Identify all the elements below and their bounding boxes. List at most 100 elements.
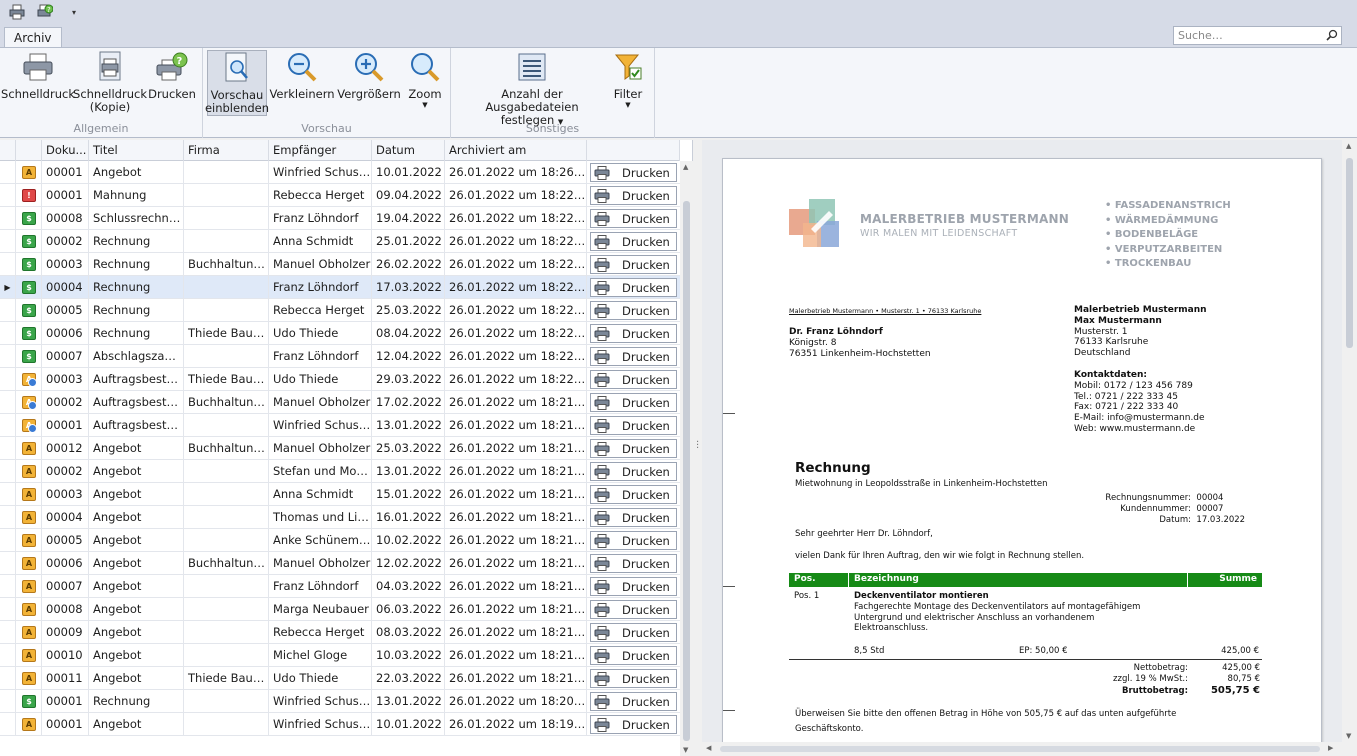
preview-scroll-left-arrow-icon[interactable]: ◀: [706, 744, 711, 752]
table-row[interactable]: A 00007 Angebot Franz Löhndorf 04.03.2022 26.…: [0, 575, 680, 598]
table-row[interactable]: $00003 Rechnung Buchhaltungs... Manuel Obho…: [0, 253, 680, 276]
row-print-button[interactable]: Drucken: [590, 232, 677, 251]
cell-title: Mahnung: [89, 184, 184, 207]
search-icon[interactable]: [1326, 29, 1338, 44]
header-recipient[interactable]: Empfänger: [269, 140, 372, 161]
table-row[interactable]: $00005 Rechnung Rebecca Herget 25.03.2022 26…: [0, 299, 680, 322]
cell-date: 10.01.2022: [372, 713, 445, 736]
header-firma[interactable]: Firma: [184, 140, 269, 161]
row-print-button[interactable]: Drucken: [590, 669, 677, 688]
cell-doc-number: 00004: [42, 506, 89, 529]
table-row[interactable]: A 00010 Angebot Michel Gloge 10.03.2022 26.01…: [0, 644, 680, 667]
closing-text: Überweisen Sie bitte den offenen Betrag …: [795, 707, 1265, 737]
table-row[interactable]: A 00001 Angebot Winfried Schuster 10.01.2022…: [0, 161, 680, 184]
quick-print-button[interactable]: Schnelldruck: [1, 50, 75, 101]
splitter-handle[interactable]: · · ·: [696, 438, 699, 454]
cell-recipient: Franz Löhndorf: [269, 207, 372, 230]
filter-button[interactable]: Filter ▼: [607, 50, 649, 109]
row-print-button[interactable]: Drucken: [590, 692, 677, 711]
cell-date: 09.04.2022: [372, 184, 445, 207]
preview-scroll-right-arrow-icon[interactable]: ▶: [1328, 744, 1333, 752]
table-row[interactable]: $00008 Schlussrechnung Franz Löhndorf 19.04…: [0, 207, 680, 230]
row-print-button[interactable]: Drucken: [590, 715, 677, 734]
row-print-button[interactable]: Drucken: [590, 508, 677, 527]
row-print-button[interactable]: Drucken: [590, 347, 677, 366]
row-print-button[interactable]: Drucken: [590, 209, 677, 228]
table-row[interactable]: ! 00001 Mahnung Rebecca Herget 09.04.2022 26.…: [0, 184, 680, 207]
preview-horizontal-scrollbar[interactable]: ◀ ▶: [702, 742, 1342, 756]
row-print-button[interactable]: Drucken: [590, 278, 677, 297]
preview-vertical-scrollbar[interactable]: ▲ ▼: [1342, 140, 1357, 756]
qat-menu-arrow[interactable]: ▾: [72, 8, 76, 17]
print-icon[interactable]: [8, 3, 26, 21]
preview-vscroll-thumb[interactable]: [1346, 158, 1353, 348]
table-row[interactable]: A 00009 Angebot Rebecca Herget 08.03.2022 26.…: [0, 621, 680, 644]
row-print-button[interactable]: Drucken: [590, 255, 677, 274]
cell-archived: 26.01.2022 um 18:21:22 ...: [445, 621, 587, 644]
row-print-button[interactable]: Drucken: [590, 646, 677, 665]
printer-icon: [594, 648, 610, 663]
table-row[interactable]: ▶ $00004 Rechnung Franz Löhndorf 17.03.2022 2…: [0, 276, 680, 299]
header-title[interactable]: Titel: [89, 140, 184, 161]
output-files-count-button[interactable]: Anzahl der Ausgabedateien festlegen ▼: [457, 50, 607, 127]
preview-hscroll-thumb[interactable]: [720, 746, 1320, 752]
row-print-button[interactable]: Drucken: [590, 163, 677, 182]
cell-firma: [184, 690, 269, 713]
preview-scroll-up-arrow-icon[interactable]: ▲: [1346, 142, 1351, 150]
zoom-in-button[interactable]: Vergrößern: [337, 50, 401, 101]
total-label: Nettobetrag:: [1133, 663, 1188, 673]
row-print-button[interactable]: Drucken: [590, 600, 677, 619]
scroll-up-arrow-icon[interactable]: ▲: [683, 163, 688, 171]
row-print-button[interactable]: Drucken: [590, 531, 677, 550]
cell-archived: 26.01.2022 um 18:22:03 ...: [445, 253, 587, 276]
row-print-button[interactable]: Drucken: [590, 370, 677, 389]
table-row[interactable]: A 00003 Angebot Anna Schmidt 15.01.2022 26.01…: [0, 483, 680, 506]
row-print-button[interactable]: Drucken: [590, 577, 677, 596]
table-row[interactable]: A00011AngebotThiede Bausta...Udo Thiede2…: [0, 667, 680, 690]
row-print-button[interactable]: Drucken: [590, 186, 677, 205]
tab-archiv[interactable]: Archiv: [4, 27, 62, 48]
table-row[interactable]: $00002 Rechnung Anna Schmidt 25.01.2022 26.0…: [0, 230, 680, 253]
company-fax: Fax: 0721 / 222 333 40: [1074, 402, 1179, 413]
table-row[interactable]: A 00002Angebot Stefan und Monik...13.01.20…: [0, 460, 680, 483]
header-doc-number[interactable]: Doku...: [42, 140, 89, 161]
row-print-button[interactable]: Drucken: [590, 324, 677, 343]
table-row[interactable]: A 00002 Auftragsbestäti... Buchhaltungs... M…: [0, 391, 680, 414]
row-print-button[interactable]: Drucken: [590, 554, 677, 573]
row-print-button[interactable]: Drucken: [590, 485, 677, 504]
table-row[interactable]: $00007Abschlagszahlung Franz Löhndorf12.0…: [0, 345, 680, 368]
row-print-label: Drucken: [622, 395, 670, 410]
table-row[interactable]: $00006RechnungThiede Bausta...Udo Thiede…: [0, 322, 680, 345]
table-row[interactable]: A 00005 Angebot Anke Schünemann 10.02.2022 26…: [0, 529, 680, 552]
row-print-button[interactable]: Drucken: [590, 462, 677, 481]
row-print-button[interactable]: Drucken: [590, 416, 677, 435]
search-input[interactable]: Suche…: [1173, 26, 1342, 45]
preview-scroll-down-arrow-icon[interactable]: ▼: [1346, 732, 1351, 740]
grid-scrollbar[interactable]: ▲ ▼: [680, 161, 693, 756]
table-row[interactable]: A 00001 Angebot Winfried Schuster 10.01.2022…: [0, 713, 680, 736]
print-button[interactable]: ? Drucken: [146, 50, 198, 101]
show-preview-button[interactable]: Vorschau einblenden: [205, 50, 269, 116]
row-print-button[interactable]: Drucken: [590, 623, 677, 642]
row-print-button[interactable]: Drucken: [590, 393, 677, 412]
cell-doc-number: 00001: [42, 690, 89, 713]
table-row[interactable]: A 00012 Angebot Buchhaltungs... Manuel Obhol…: [0, 437, 680, 460]
zoom-button[interactable]: Zoom ▼: [405, 50, 445, 109]
grid-scrollbar-thumb[interactable]: [683, 201, 690, 741]
row-print-button[interactable]: Drucken: [590, 439, 677, 458]
cell-date: 25.03.2022: [372, 437, 445, 460]
scroll-down-arrow-icon[interactable]: ▼: [683, 746, 688, 754]
header-date[interactable]: Datum: [372, 140, 445, 161]
table-row[interactable]: A 00008 Angebot Marga Neubauer 06.03.2022 26.…: [0, 598, 680, 621]
th-sum: Summe: [1219, 574, 1257, 584]
zoom-out-button[interactable]: Verkleinern: [269, 50, 335, 101]
table-row[interactable]: A 00001 Auftragsbestäti... Winfried Schuste…: [0, 414, 680, 437]
table-row[interactable]: A 00006 Angebot Buchhaltungs... Manuel Obhol…: [0, 552, 680, 575]
print-preview-icon[interactable]: ?: [36, 3, 54, 21]
table-row[interactable]: A 00003Auftragsbestäti...Thiede Bausta...…: [0, 368, 680, 391]
table-row[interactable]: $00001 Rechnung Winfried Schuster 13.01.202…: [0, 690, 680, 713]
row-print-button[interactable]: Drucken: [590, 301, 677, 320]
quick-print-copy-button[interactable]: Schnelldruck (Kopie): [73, 50, 147, 114]
table-row[interactable]: A 00004Angebot Thomas und Lisa ...16.01.20…: [0, 506, 680, 529]
header-archived[interactable]: Archiviert am: [445, 140, 587, 161]
